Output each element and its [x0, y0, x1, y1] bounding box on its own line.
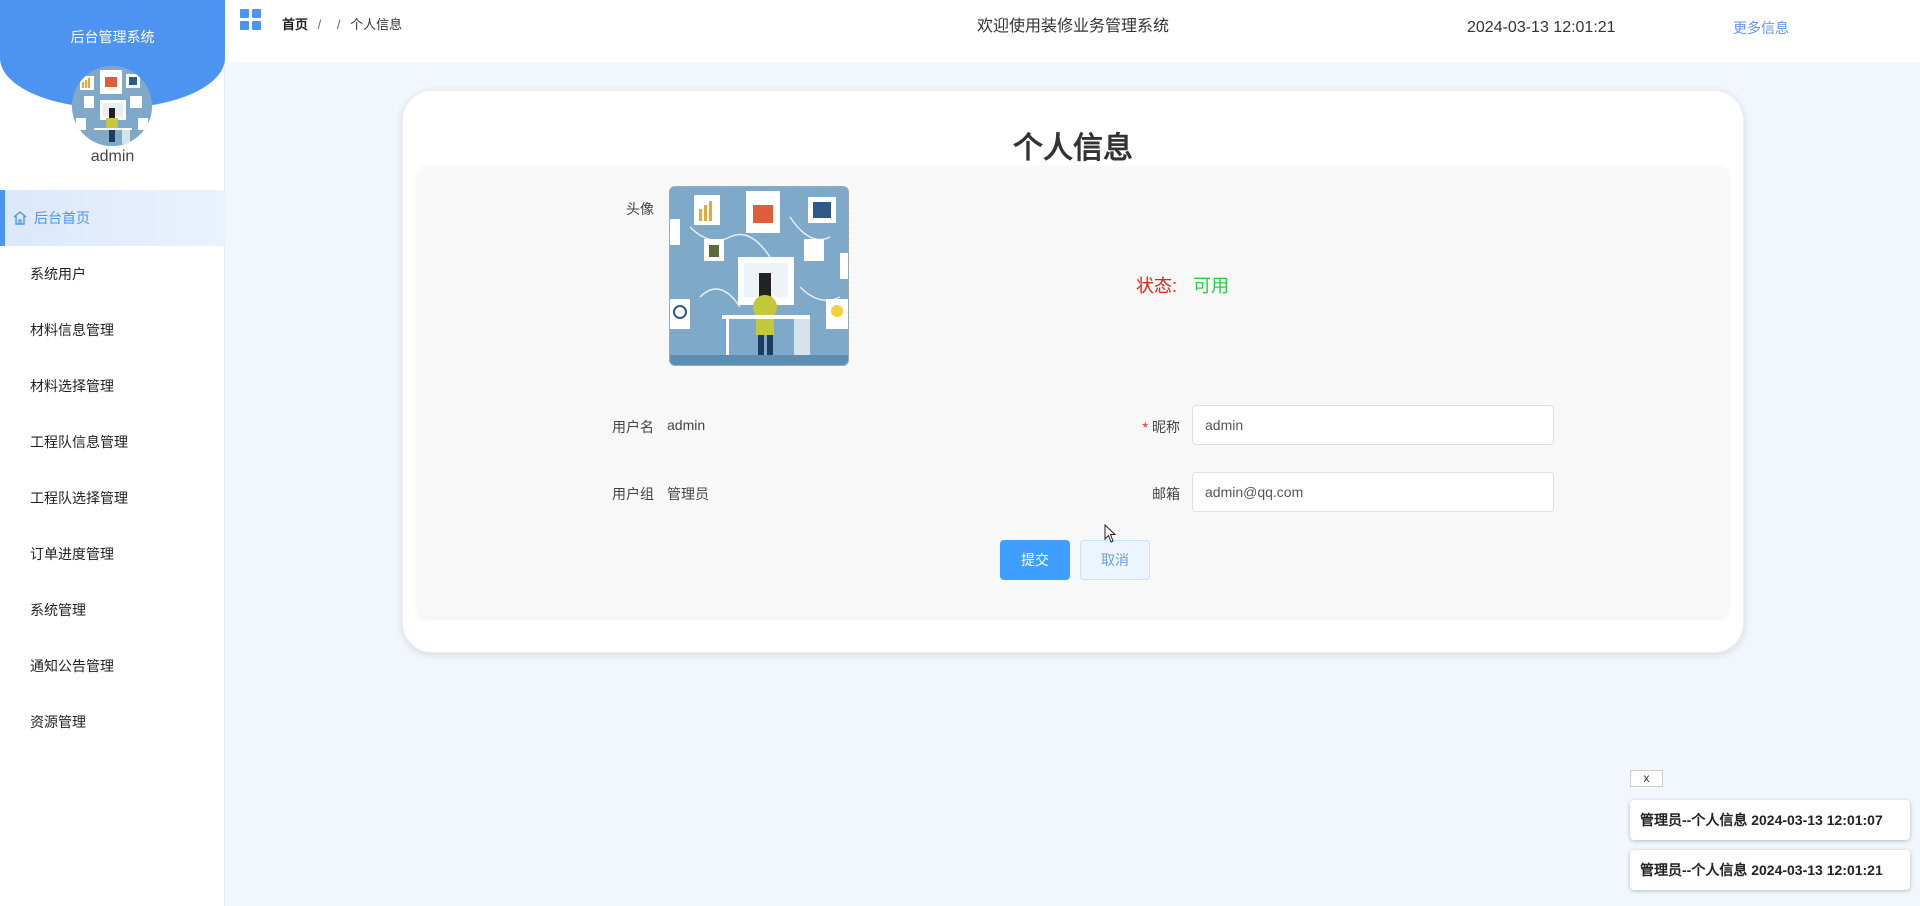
sidebar-item-label: 后台首页 [34, 210, 90, 226]
avatar-illustration [72, 66, 152, 146]
username-value: admin [667, 417, 706, 433]
nickname-label: * 昵称 [1118, 417, 1180, 437]
avatar-image [670, 187, 848, 365]
notification-item[interactable]: 管理员--个人信息 2024-03-13 12:01:07 [1630, 800, 1910, 840]
nickname-label-text: 昵称 [1152, 419, 1180, 435]
datetime: 2024-03-13 12:01:21 [1467, 19, 1616, 36]
sidebar-item-label: 材料信息管理 [30, 322, 114, 338]
profile-card: 个人信息 头像 状态: 可用 用户名 admin * 昵称 admin 用户组 … [402, 90, 1744, 653]
sidebar-item-notices[interactable]: 通知公告管理 [0, 638, 225, 694]
email-input[interactable] [1192, 472, 1554, 512]
welcome-text: 欢迎使用装修业务管理系统 [977, 18, 1170, 35]
sidebar-username: admin [90, 148, 135, 165]
submit-button[interactable]: 提交 [1000, 540, 1070, 580]
sidebar-item-dashboard[interactable]: 后台首页 [0, 190, 225, 246]
sidebar-item-material-selection[interactable]: 材料选择管理 [0, 358, 225, 414]
breadcrumb: 首页 / / 个人信息 [282, 14, 402, 33]
username-label: 用户名 [612, 419, 654, 435]
sidebar-item-system-management[interactable]: 系统管理 [0, 582, 225, 638]
more-info-link[interactable]: 更多信息 [1733, 18, 1789, 38]
profile-form: 头像 状态: 可用 用户名 admin * 昵称 admin 用户组 管理员 邮… [418, 167, 1728, 617]
sidebar-item-system-users[interactable]: 系统用户 [0, 246, 225, 302]
breadcrumb-separator: / [336, 17, 341, 32]
sidebar-item-label: 资源管理 [30, 714, 86, 730]
group-value: 管理员 [667, 486, 709, 502]
status-label: 状态: [1136, 276, 1178, 296]
sidebar-menu: 后台首页 系统用户 材料信息管理 材料选择管理 工程队信息管理 工程队选择管理 … [0, 190, 225, 750]
sidebar-item-order-progress[interactable]: 订单进度管理 [0, 526, 225, 582]
sidebar: 后台管理系统 admin 后台首页 系统用户 材料信息管理 材料选择管理 工程队… [0, 0, 225, 906]
avatar-label: 头像 [626, 201, 654, 217]
app-title: 后台管理系统 [70, 29, 155, 45]
sidebar-item-label: 系统用户 [30, 266, 86, 282]
sidebar-item-label: 通知公告管理 [30, 658, 114, 674]
top-header: 首页 / / 个人信息 欢迎使用装修业务管理系统 2024-03-13 12:0… [225, 0, 1920, 62]
breadcrumb-separator: / [317, 17, 322, 32]
notification-close-button[interactable]: x [1630, 770, 1663, 787]
sidebar-item-material-info[interactable]: 材料信息管理 [0, 302, 225, 358]
notification-item[interactable]: 管理员--个人信息 2024-03-13 12:01:21 [1630, 850, 1910, 890]
sidebar-item-label: 订单进度管理 [30, 546, 114, 562]
avatar[interactable] [72, 66, 152, 146]
sidebar-item-label: 工程队信息管理 [30, 434, 128, 450]
cancel-button[interactable]: 取消 [1080, 540, 1150, 580]
nickname-input[interactable] [1192, 405, 1554, 445]
page-title: 个人信息 [1013, 132, 1133, 165]
required-marker: * [1142, 419, 1148, 435]
sidebar-item-label: 工程队选择管理 [30, 490, 128, 506]
mouse-cursor-icon [1104, 524, 1117, 543]
sidebar-item-label: 材料选择管理 [30, 378, 114, 394]
grid-menu-icon[interactable] [240, 9, 262, 31]
email-label: 邮箱 [1152, 486, 1180, 502]
breadcrumb-current: 个人信息 [350, 17, 403, 32]
sidebar-item-label: 系统管理 [30, 602, 86, 618]
sidebar-item-team-selection[interactable]: 工程队选择管理 [0, 470, 225, 526]
home-icon [13, 211, 27, 225]
group-label: 用户组 [612, 486, 654, 502]
avatar-upload[interactable] [669, 186, 849, 366]
status-value: 可用 [1193, 276, 1229, 296]
sidebar-item-team-info[interactable]: 工程队信息管理 [0, 414, 225, 470]
sidebar-item-resources[interactable]: 资源管理 [0, 694, 225, 750]
breadcrumb-home[interactable]: 首页 [282, 17, 308, 32]
